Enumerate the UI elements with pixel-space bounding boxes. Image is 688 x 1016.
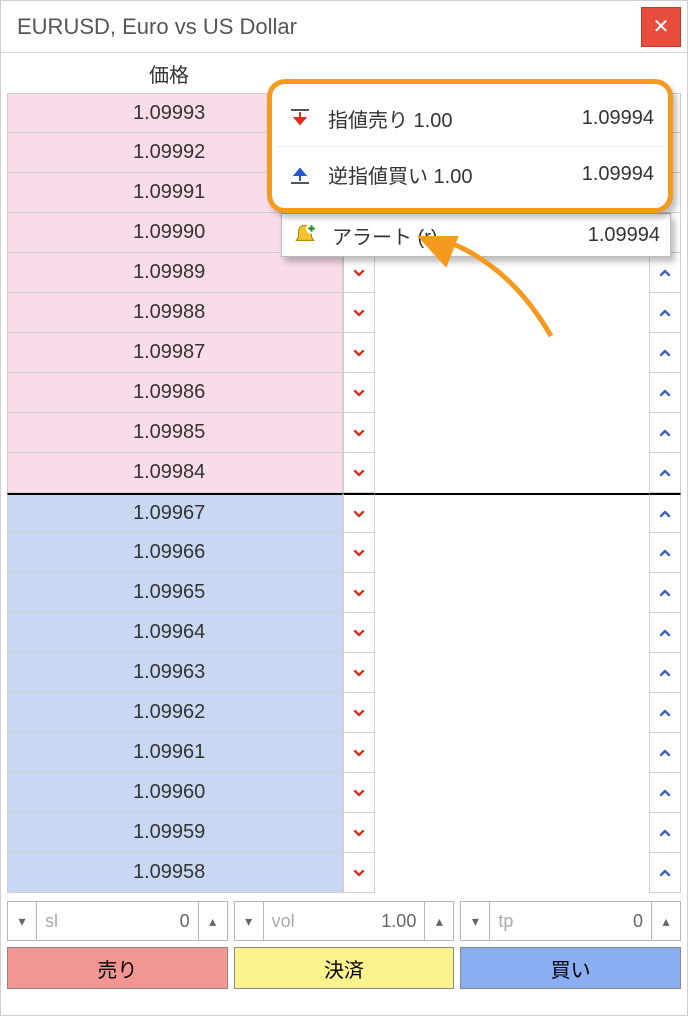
price-cell[interactable]: 1.09959 <box>7 813 343 853</box>
price-up-button[interactable] <box>649 253 681 293</box>
price-up-button[interactable] <box>649 613 681 653</box>
tp-increment[interactable]: ▴ <box>651 901 681 941</box>
price-down-button[interactable] <box>343 373 375 413</box>
price-up-button[interactable] <box>649 333 681 373</box>
price-cell[interactable]: 1.09989 <box>7 253 343 293</box>
close-button[interactable]: ✕ <box>641 7 681 47</box>
price-down-button[interactable] <box>343 453 375 493</box>
price-up-button[interactable] <box>649 773 681 813</box>
sell-limit-value: 1.09994 <box>554 107 654 130</box>
price-up-button[interactable] <box>649 533 681 573</box>
price-down-button[interactable] <box>343 333 375 373</box>
price-cell[interactable]: 1.09986 <box>7 373 343 413</box>
sell-limit-label: 指値売り 1.00 <box>328 104 540 133</box>
alert-label: アラート (r) <box>332 221 546 250</box>
price-cell[interactable]: 1.09964 <box>7 613 343 653</box>
context-menu-highlight: 指値売り 1.00 1.09994 逆指値買い 1.00 1.09994 <box>267 79 673 213</box>
price-cell[interactable]: 1.09987 <box>7 333 343 373</box>
chevron-down-icon: ▾ <box>18 913 25 930</box>
price-up-button[interactable] <box>649 453 681 493</box>
vol-field[interactable]: vol 1.00 <box>264 901 425 941</box>
buy-arrow-icon <box>286 161 314 189</box>
sl-label: sl <box>45 911 58 932</box>
price-down-button[interactable] <box>343 253 375 293</box>
price-down-button[interactable] <box>343 773 375 813</box>
chevron-down-icon: ▾ <box>472 913 479 930</box>
price-down-button[interactable] <box>343 293 375 333</box>
price-down-button[interactable] <box>343 853 375 893</box>
tp-spinner[interactable]: ▾ tp 0 ▴ <box>460 901 681 941</box>
tp-decrement[interactable]: ▾ <box>460 901 490 941</box>
sl-value: 0 <box>180 911 190 932</box>
price-cell[interactable]: 1.09960 <box>7 773 343 813</box>
price-down-button[interactable] <box>343 693 375 733</box>
price-cell[interactable]: 1.09963 <box>7 653 343 693</box>
chevron-up-icon: ▴ <box>209 913 216 930</box>
vol-label: vol <box>272 911 295 932</box>
tp-label: tp <box>498 911 513 932</box>
price-down-button[interactable] <box>343 413 375 453</box>
price-up-button[interactable] <box>649 693 681 733</box>
buy-button[interactable]: 買い <box>460 947 681 989</box>
context-menu-alert[interactable]: アラート (r) 1.09994 <box>281 213 671 257</box>
context-menu-sell-limit[interactable]: 指値売り 1.00 1.09994 <box>276 90 664 146</box>
sell-arrow-icon <box>286 104 314 132</box>
close-icon: ✕ <box>653 14 670 39</box>
tp-value: 0 <box>633 911 643 932</box>
vol-value: 1.00 <box>381 911 416 932</box>
sell-button[interactable]: 売り <box>7 947 228 989</box>
chevron-up-icon: ▴ <box>663 913 670 930</box>
vol-decrement[interactable]: ▾ <box>234 901 264 941</box>
price-up-button[interactable] <box>649 853 681 893</box>
window-title: EURUSD, Euro vs US Dollar <box>17 14 297 40</box>
price-down-button[interactable] <box>343 533 375 573</box>
tp-field[interactable]: tp 0 <box>490 901 651 941</box>
sl-field[interactable]: sl 0 <box>37 901 198 941</box>
buy-stop-value: 1.09994 <box>554 163 654 186</box>
sl-decrement[interactable]: ▾ <box>7 901 37 941</box>
price-up-button[interactable] <box>649 413 681 453</box>
price-up-button[interactable] <box>649 293 681 333</box>
chevron-down-icon: ▾ <box>245 913 252 930</box>
price-cell[interactable]: 1.09962 <box>7 693 343 733</box>
price-down-button[interactable] <box>343 573 375 613</box>
price-cell[interactable]: 1.09984 <box>7 453 343 493</box>
price-down-button[interactable] <box>343 733 375 773</box>
price-cell[interactable]: 1.09988 <box>7 293 343 333</box>
price-up-button[interactable] <box>649 733 681 773</box>
sl-increment[interactable]: ▴ <box>198 901 228 941</box>
alert-icon <box>292 222 318 248</box>
price-up-button[interactable] <box>649 573 681 613</box>
vol-spinner[interactable]: ▾ vol 1.00 ▴ <box>234 901 455 941</box>
price-up-button[interactable] <box>649 493 681 533</box>
price-down-button[interactable] <box>343 613 375 653</box>
close-position-button[interactable]: 決済 <box>234 947 455 989</box>
price-cell[interactable]: 1.09958 <box>7 853 343 893</box>
price-cell[interactable]: 1.09965 <box>7 573 343 613</box>
price-cell[interactable]: 1.09985 <box>7 413 343 453</box>
price-cell[interactable]: 1.09967 <box>7 493 343 533</box>
vol-increment[interactable]: ▴ <box>424 901 454 941</box>
price-cell[interactable]: 1.09961 <box>7 733 343 773</box>
price-down-button[interactable] <box>343 653 375 693</box>
price-up-button[interactable] <box>649 373 681 413</box>
chevron-up-icon: ▴ <box>436 913 443 930</box>
sl-spinner[interactable]: ▾ sl 0 ▴ <box>7 901 228 941</box>
price-down-button[interactable] <box>343 493 375 533</box>
alert-value: 1.09994 <box>560 224 660 247</box>
buy-stop-label: 逆指値買い 1.00 <box>328 160 540 189</box>
context-menu-buy-stop[interactable]: 逆指値買い 1.00 1.09994 <box>276 146 664 202</box>
price-up-button[interactable] <box>649 653 681 693</box>
price-down-button[interactable] <box>343 813 375 853</box>
price-cell[interactable]: 1.09966 <box>7 533 343 573</box>
price-up-button[interactable] <box>649 813 681 853</box>
